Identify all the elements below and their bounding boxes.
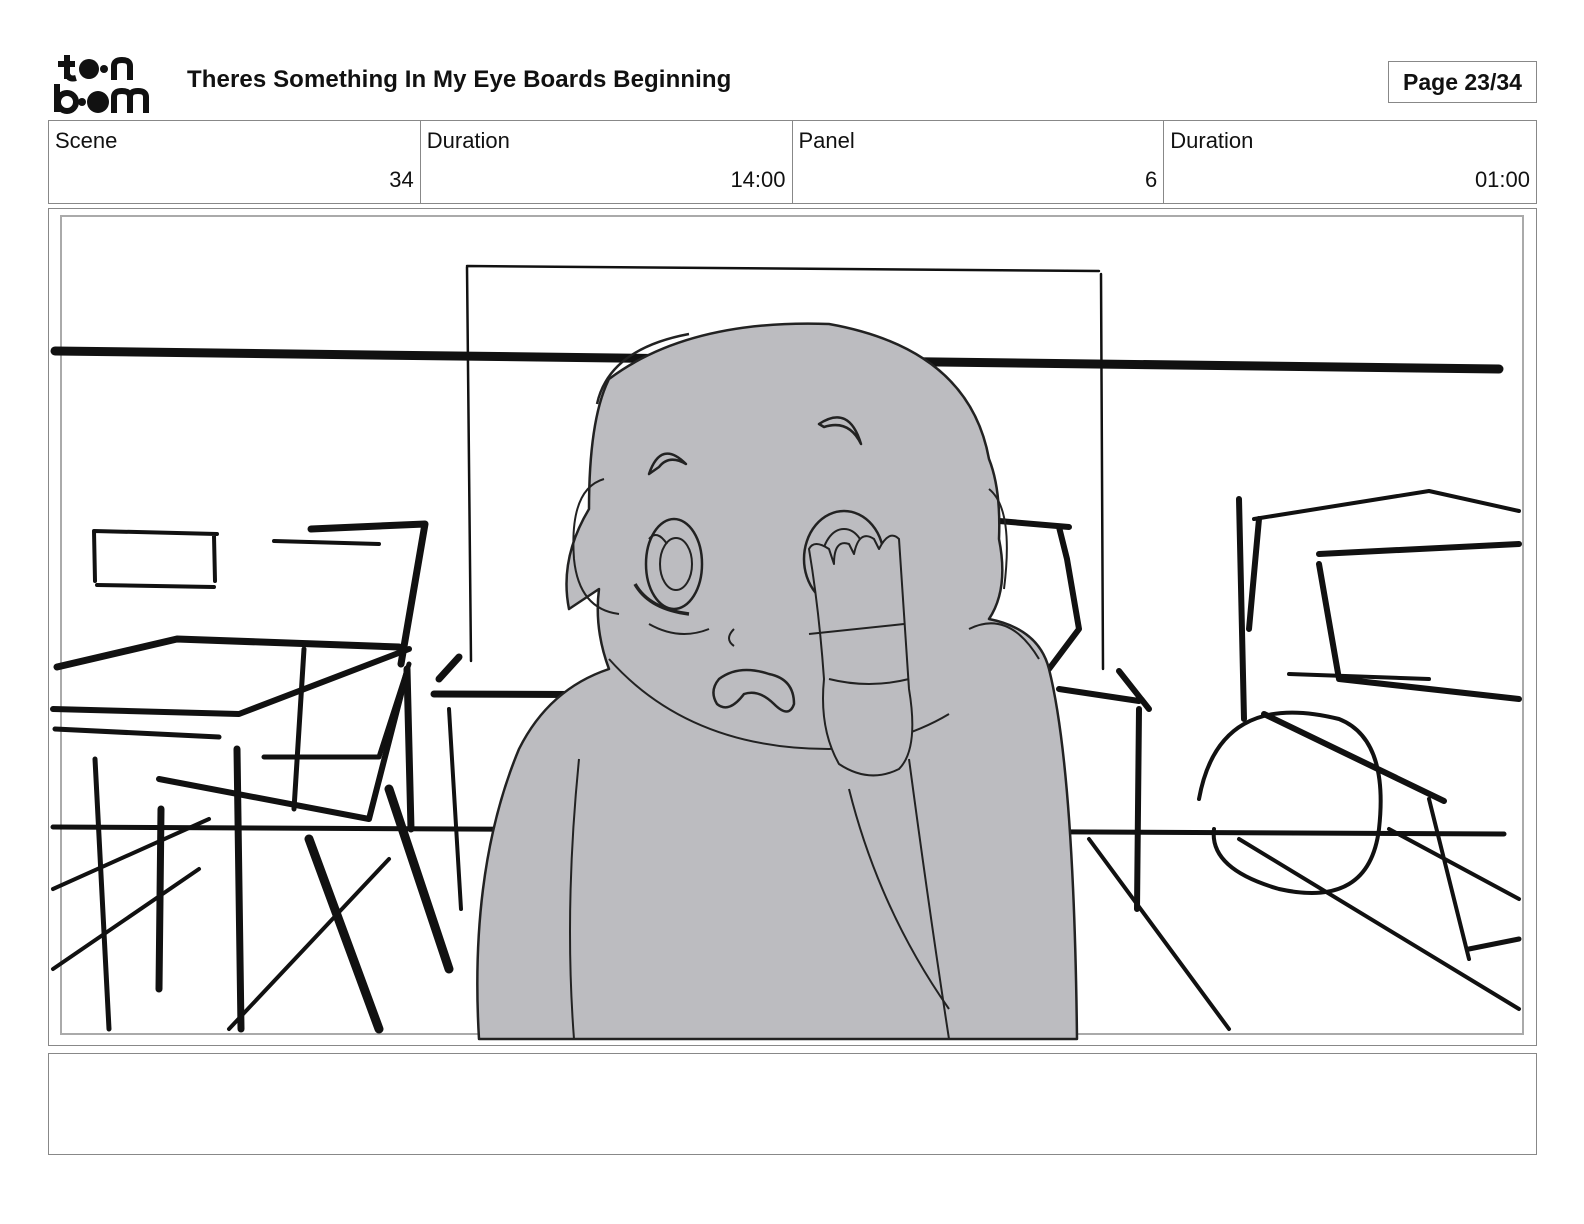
panel-duration-label: Duration: [1170, 128, 1254, 153]
panel-duration-cell: Duration 01:00: [1164, 121, 1536, 203]
scene-label: Scene: [55, 128, 118, 153]
scene-duration-value: 14:00: [730, 167, 786, 192]
panel-duration-value: 01:00: [1474, 167, 1530, 192]
panel-label: Panel: [798, 128, 855, 153]
storyboard-panel: [48, 208, 1537, 1046]
panel-cell: Panel 6: [793, 121, 1165, 203]
page-indicator: Page 23/34: [1388, 61, 1537, 103]
panel-info-table: Scene 34 Duration 14:00 Panel 6 Duration…: [48, 120, 1537, 204]
panel-sketch: [50, 215, 1524, 1041]
character-sketch: [476, 322, 1079, 1041]
document-title: Theres Something In My Eye Boards Beginn…: [187, 66, 732, 93]
scene-cell: Scene 34: [49, 121, 421, 203]
scene-duration-label: Duration: [426, 128, 510, 153]
scene-value: 34: [389, 167, 414, 192]
panel-notes-box: [48, 1053, 1537, 1155]
scene-duration-cell: Duration 14:00: [421, 121, 793, 203]
toonboom-logo: [52, 52, 164, 114]
panel-value: 6: [1145, 167, 1158, 192]
